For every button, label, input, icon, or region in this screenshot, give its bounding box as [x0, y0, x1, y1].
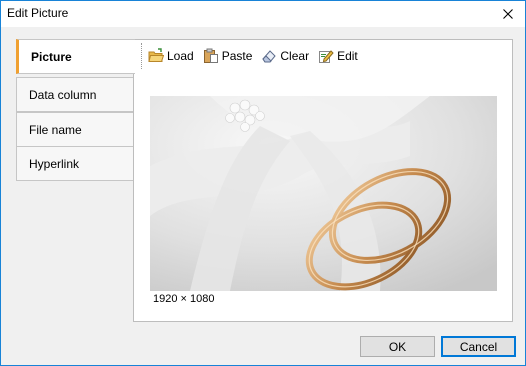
- load-button[interactable]: Load: [148, 48, 194, 64]
- clear-label: Clear: [280, 49, 310, 63]
- close-icon: [503, 9, 513, 19]
- edit-label: Edit: [337, 49, 358, 63]
- tab-picture[interactable]: Picture: [16, 39, 135, 74]
- cancel-button[interactable]: Cancel: [441, 336, 516, 357]
- cancel-label: Cancel: [459, 339, 498, 354]
- tab-data-column-label: Data column: [29, 87, 97, 102]
- close-button[interactable]: [491, 1, 525, 27]
- ok-label: OK: [388, 339, 407, 354]
- paste-button[interactable]: Paste: [203, 48, 253, 64]
- ok-button[interactable]: OK: [360, 336, 435, 357]
- tab-hyperlink[interactable]: Hyperlink: [16, 146, 134, 181]
- paste-label: Paste: [221, 49, 253, 63]
- title-bar[interactable]: Edit Picture: [1, 1, 525, 27]
- edit-picture-dialog: Edit Picture Picture Data column File na…: [0, 0, 526, 366]
- edit-button[interactable]: Edit: [318, 48, 358, 64]
- tab-hyperlink-label: Hyperlink: [29, 156, 80, 171]
- tab-file-name-label: File name: [29, 122, 82, 137]
- image-dimensions: 1920 × 1080: [153, 293, 215, 305]
- edit-pencil-icon: [319, 50, 334, 63]
- picture-toolbar: Load Paste Clear Edit: [141, 43, 509, 69]
- clear-button[interactable]: Clear: [261, 48, 309, 64]
- picture-preview: [150, 96, 497, 291]
- folder-open-icon: [148, 48, 164, 62]
- paste-icon: [203, 48, 218, 63]
- eraser-icon: [262, 50, 277, 63]
- tab-data-column[interactable]: Data column: [16, 77, 134, 112]
- window-title: Edit Picture: [7, 6, 69, 20]
- load-label: Load: [167, 49, 194, 63]
- wedding-rings-image: [150, 96, 497, 291]
- tab-picture-label: Picture: [31, 49, 72, 64]
- tab-file-name[interactable]: File name: [16, 112, 134, 147]
